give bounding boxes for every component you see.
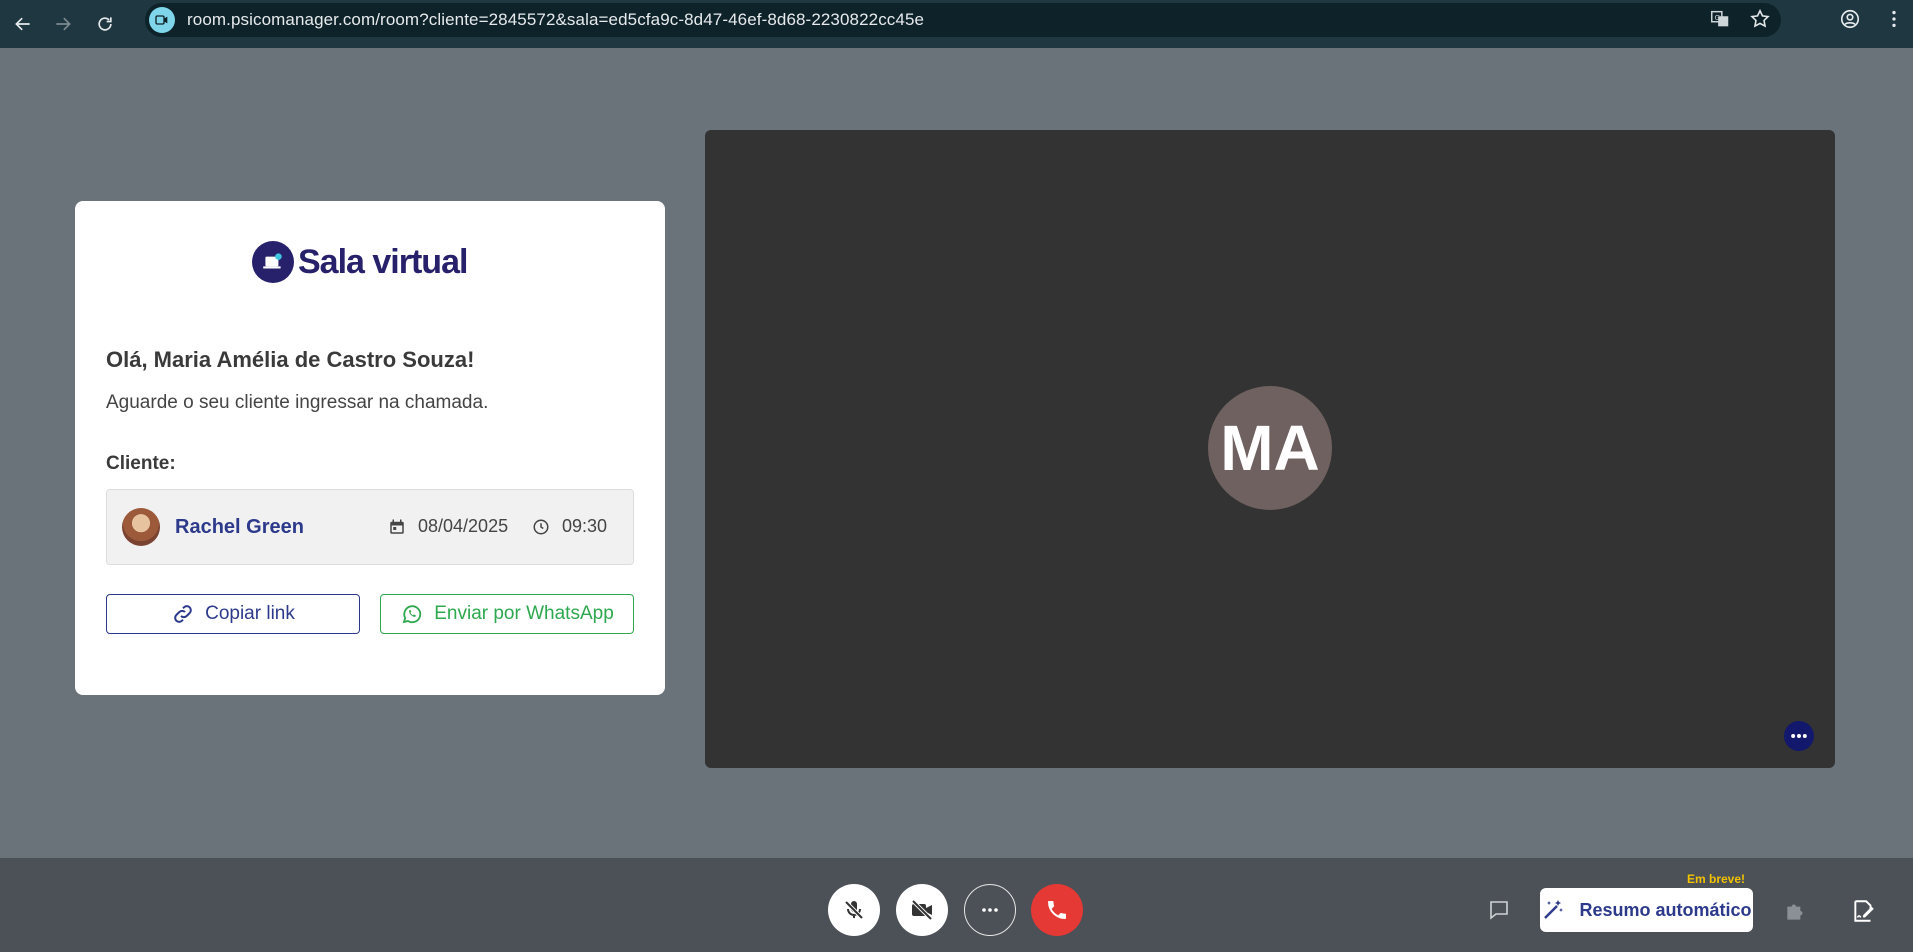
magic-wand-icon — [1544, 900, 1564, 919]
mic-off-icon — [844, 900, 864, 920]
calendar-icon — [390, 519, 404, 534]
reload-icon — [98, 17, 112, 31]
document-sign-icon[interactable] — [1851, 898, 1877, 924]
url-text[interactable]: room.psicomanager.com/room?cliente=28455… — [187, 10, 924, 30]
chat-icon[interactable] — [1487, 898, 1511, 922]
phone-hangup-icon — [1048, 901, 1066, 919]
forward-icon — [56, 17, 71, 31]
copy-link-label: Copiar link — [205, 603, 295, 624]
copy-link-button[interactable]: Copiar link — [106, 594, 360, 634]
video-off-icon — [911, 899, 933, 921]
logo: Sala virtual — [252, 241, 468, 283]
waiting-message: Aguarde o seu cliente ingressar na chama… — [106, 392, 489, 413]
site-icon[interactable] — [149, 7, 175, 33]
more-horizontal-icon — [982, 908, 998, 912]
puzzle-icon[interactable] — [1783, 898, 1809, 924]
clock-icon — [533, 519, 549, 534]
address-bar[interactable]: room.psicomanager.com/room?cliente=28455… — [145, 3, 1781, 37]
coming-soon-badge: Em breve! — [1687, 872, 1746, 886]
logo-text: Sala virtual — [298, 242, 468, 281]
participant-video-tile: MA — [705, 130, 1835, 768]
tile-more-button[interactable] — [1784, 721, 1814, 751]
send-whatsapp-button[interactable]: Enviar por WhatsApp — [380, 594, 634, 634]
greeting: Olá, Maria Amélia de Castro Souza! — [106, 347, 475, 372]
reload-button[interactable] — [90, 9, 120, 39]
more-options-button[interactable] — [964, 884, 1016, 936]
participant-avatar: MA — [1208, 386, 1332, 510]
profile-icon[interactable] — [1839, 8, 1861, 30]
auto-summary-button[interactable]: Resumo automático — [1540, 888, 1753, 932]
svg-text:G: G — [1715, 13, 1721, 22]
call-toolbar: Resumo automático Em breve! — [0, 858, 1913, 952]
link-icon — [174, 605, 192, 623]
client-time: 09:30 — [532, 516, 607, 537]
client-time-text: 09:30 — [562, 516, 608, 536]
sala-virtual-logo-icon — [252, 241, 294, 283]
client-info: Rachel Green 08/04/2025 09:30 — [106, 489, 634, 565]
camera-toggle-button[interactable] — [896, 884, 948, 936]
translate-icon[interactable]: G — [1709, 8, 1731, 30]
browser-toolbar: room.psicomanager.com/room?cliente=28455… — [0, 0, 1913, 48]
waiting-card: Sala virtual Olá, Maria Amélia de Castro… — [75, 201, 665, 695]
end-call-button[interactable] — [1031, 884, 1083, 936]
mute-microphone-button[interactable] — [828, 884, 880, 936]
forward-button[interactable] — [48, 9, 78, 39]
client-name: Rachel Green — [175, 516, 304, 538]
star-icon[interactable] — [1749, 8, 1771, 30]
client-date: 08/04/2025 — [388, 516, 508, 537]
whatsapp-icon — [402, 605, 422, 624]
client-label: Cliente: — [106, 453, 176, 474]
back-icon — [15, 17, 30, 31]
client-date-text: 08/04/2025 — [418, 516, 509, 536]
auto-summary-label: Resumo automático — [1579, 899, 1752, 920]
back-button[interactable] — [8, 9, 38, 39]
whatsapp-label: Enviar por WhatsApp — [434, 603, 614, 624]
more-horizontal-icon — [1791, 734, 1807, 738]
menu-icon[interactable] — [1883, 8, 1905, 30]
client-avatar — [122, 508, 160, 546]
